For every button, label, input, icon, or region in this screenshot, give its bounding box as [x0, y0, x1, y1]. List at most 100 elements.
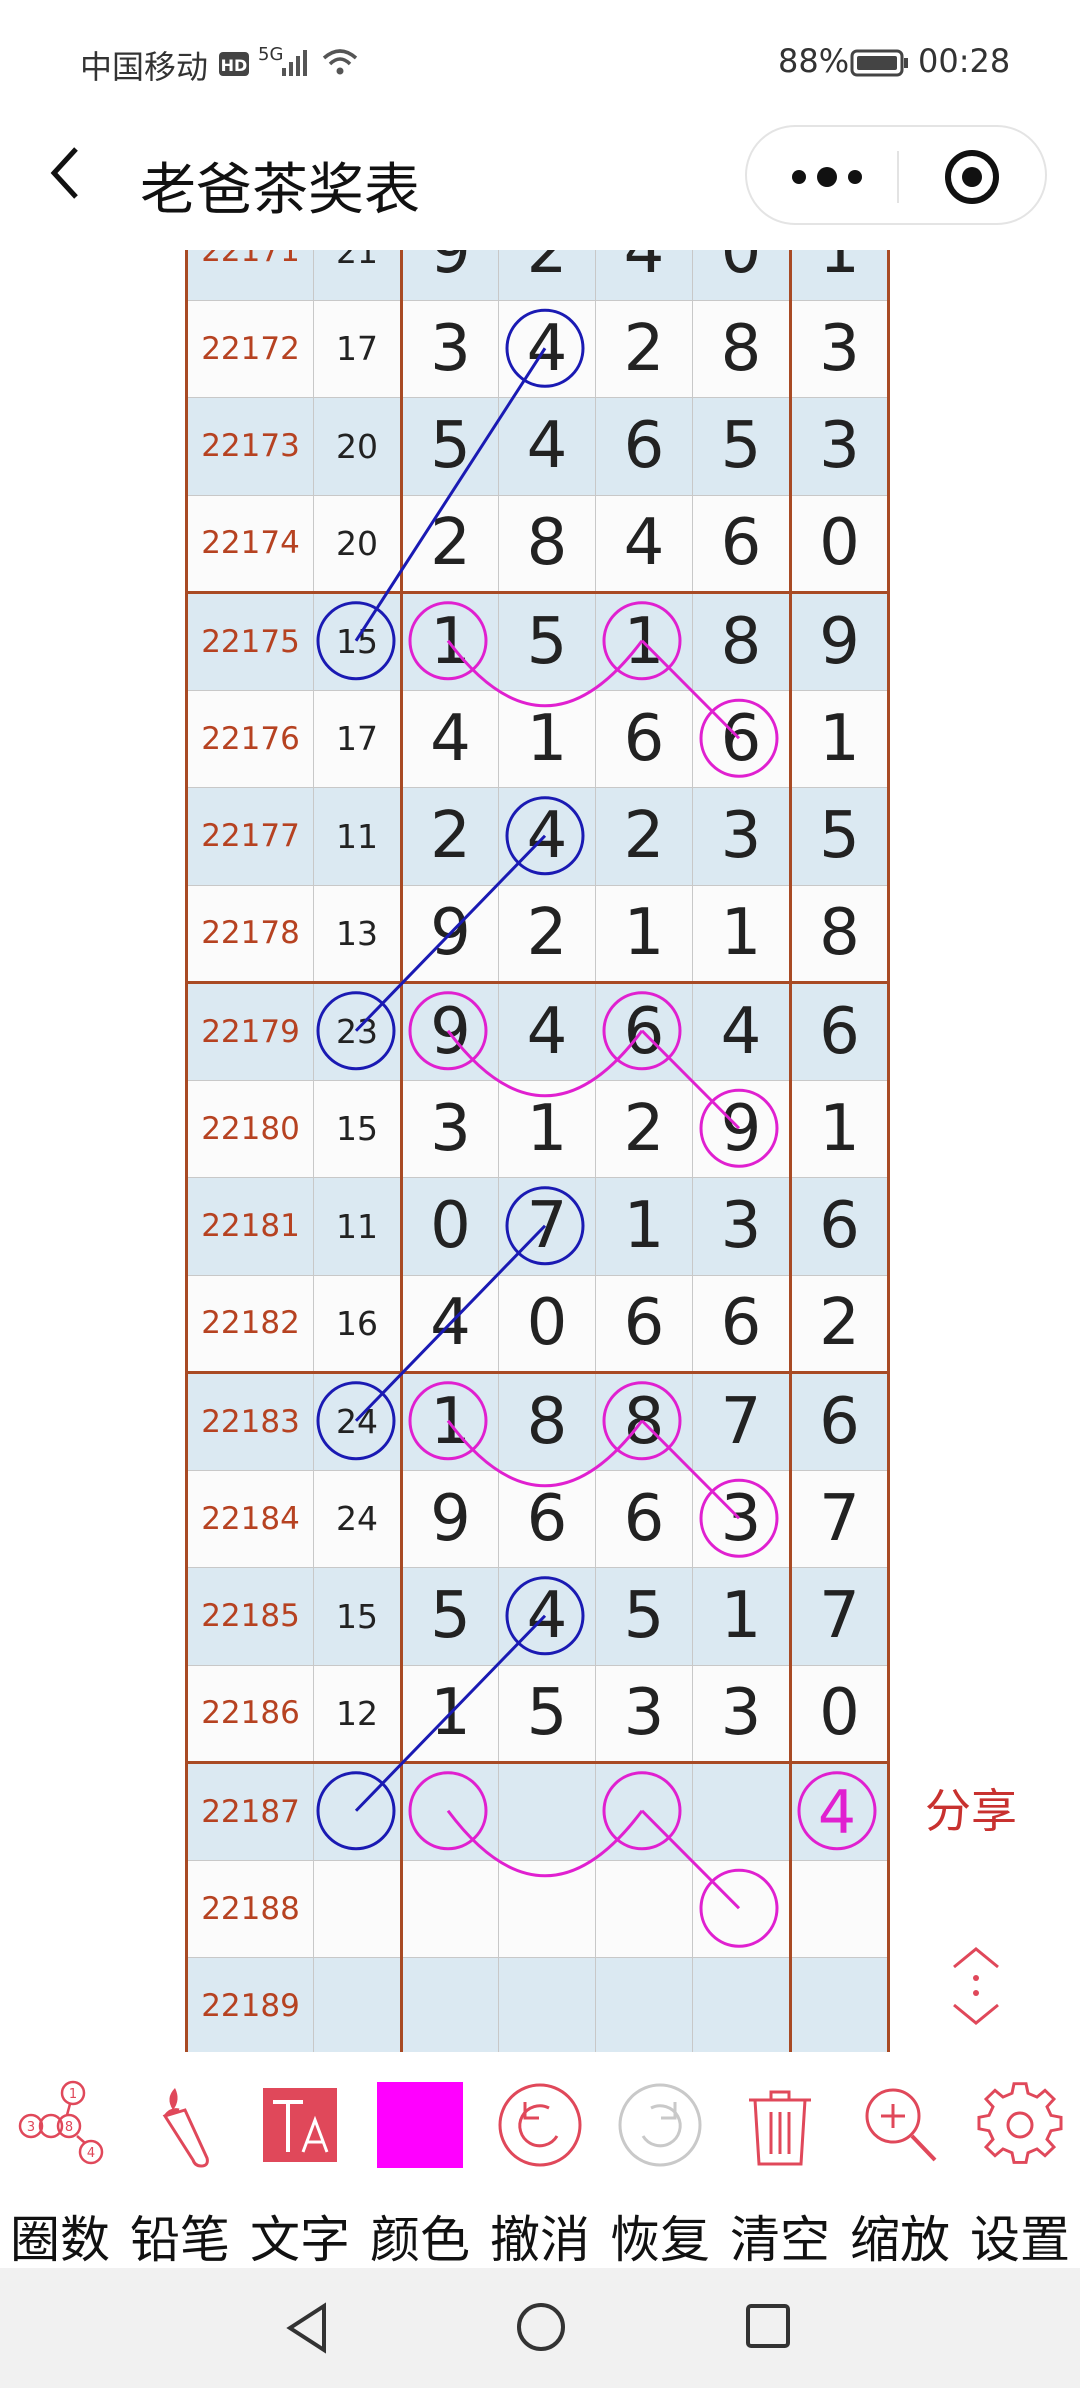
- table-row[interactable]: 22185 15 5 4 5 1 7: [185, 1567, 890, 1666]
- table-row[interactable]: 22178 13 9 2 1 1 8: [185, 884, 890, 984]
- tool-color[interactable]: 颜色: [360, 2055, 480, 2269]
- digit-cell[interactable]: 3: [790, 397, 890, 496]
- digit-cell[interactable]: [790, 1859, 890, 1958]
- digit-cell[interactable]: 4: [401, 1274, 499, 1374]
- tool-redo[interactable]: 恢复: [600, 2055, 720, 2269]
- digit-cell[interactable]: 6: [595, 397, 693, 496]
- digit-cell[interactable]: 1: [790, 689, 890, 788]
- digit-cell[interactable]: 2: [498, 250, 596, 301]
- sum-cell[interactable]: 15: [313, 592, 403, 691]
- period-cell[interactable]: 22188: [185, 1859, 314, 1958]
- table-row[interactable]: 22176 17 4 1 6 6 1: [185, 689, 890, 788]
- period-cell[interactable]: 22180: [185, 1079, 314, 1178]
- sum-cell[interactable]: 24: [313, 1469, 403, 1568]
- digit-cell[interactable]: 8: [790, 884, 890, 984]
- digit-cell[interactable]: 1: [790, 250, 890, 301]
- period-cell[interactable]: 22184: [185, 1469, 314, 1568]
- digit-cell[interactable]: 5: [401, 397, 499, 496]
- tool-clear[interactable]: 清空: [720, 2055, 840, 2269]
- digit-cell[interactable]: 1: [401, 592, 499, 691]
- digit-cell[interactable]: 4: [498, 299, 596, 398]
- period-cell[interactable]: 22173: [185, 397, 314, 496]
- digit-cell[interactable]: 7: [790, 1469, 890, 1568]
- digit-cell[interactable]: 7: [790, 1567, 890, 1666]
- period-cell[interactable]: 22185: [185, 1567, 314, 1666]
- period-cell[interactable]: 22174: [185, 494, 314, 594]
- digit-cell[interactable]: 1: [401, 1372, 499, 1471]
- digit-cell[interactable]: 1: [595, 1177, 693, 1276]
- digit-cell[interactable]: 7: [692, 1372, 792, 1471]
- digit-cell[interactable]: 9: [401, 982, 499, 1081]
- digit-cell[interactable]: 4: [401, 689, 499, 788]
- digit-cell[interactable]: 5: [790, 787, 890, 886]
- digit-cell[interactable]: 0: [790, 1664, 890, 1764]
- close-target-button[interactable]: [937, 147, 1007, 207]
- digit-cell[interactable]: 6: [595, 982, 693, 1081]
- digit-cell[interactable]: [692, 1859, 792, 1958]
- table-row[interactable]: 22189: [185, 1957, 890, 2052]
- digit-cell[interactable]: 6: [790, 982, 890, 1081]
- tool-text[interactable]: 文字: [240, 2055, 360, 2269]
- digit-cell[interactable]: 3: [790, 299, 890, 398]
- table-row[interactable]: 22184 24 9 6 6 3 7: [185, 1469, 890, 1568]
- sum-cell[interactable]: 16: [313, 1274, 403, 1374]
- digit-cell[interactable]: 3: [692, 1469, 792, 1568]
- digit-cell[interactable]: 3: [692, 1177, 792, 1276]
- digit-cell[interactable]: 0: [401, 1177, 499, 1276]
- digit-cell[interactable]: 2: [790, 1274, 890, 1374]
- period-cell[interactable]: 22189: [185, 1957, 314, 2052]
- period-cell[interactable]: 22179: [185, 982, 314, 1081]
- digit-cell[interactable]: 5: [692, 397, 792, 496]
- digit-cell[interactable]: 8: [498, 494, 596, 594]
- digit-cell[interactable]: 4: [498, 787, 596, 886]
- sum-cell[interactable]: 15: [313, 1567, 403, 1666]
- digit-cell[interactable]: 6: [790, 1372, 890, 1471]
- digit-cell[interactable]: 4: [692, 982, 792, 1081]
- digit-cell[interactable]: 8: [692, 592, 792, 691]
- table-row[interactable]: 22172 17 3 4 2 8 3: [185, 299, 890, 398]
- sum-cell[interactable]: 11: [313, 1177, 403, 1276]
- digit-cell[interactable]: [498, 1762, 596, 1861]
- digit-cell[interactable]: 8: [692, 299, 792, 398]
- digit-cell[interactable]: 1: [790, 1079, 890, 1178]
- digit-cell[interactable]: [595, 1859, 693, 1958]
- digit-cell[interactable]: 3: [595, 1664, 693, 1764]
- table-row[interactable]: 22177 11 2 4 2 3 5: [185, 787, 890, 886]
- digit-cell[interactable]: [401, 1957, 499, 2052]
- digit-cell[interactable]: [595, 1957, 693, 2052]
- nav-home-button[interactable]: [514, 2300, 568, 2354]
- digit-cell[interactable]: 2: [595, 787, 693, 886]
- digit-cell[interactable]: [498, 1859, 596, 1958]
- digit-cell[interactable]: 3: [692, 787, 792, 886]
- period-cell[interactable]: 22172: [185, 299, 314, 398]
- digit-cell[interactable]: 9: [692, 1079, 792, 1178]
- table-row[interactable]: 22175 15 1 5 1 8 9: [185, 592, 890, 691]
- digit-cell[interactable]: [498, 1957, 596, 2052]
- digit-cell[interactable]: 4: [498, 397, 596, 496]
- digit-cell[interactable]: [692, 1957, 792, 2052]
- digit-cell[interactable]: [401, 1859, 499, 1958]
- sum-cell[interactable]: 24: [313, 1372, 403, 1471]
- digit-cell[interactable]: 6: [595, 689, 693, 788]
- digit-cell[interactable]: [790, 1957, 890, 2052]
- digit-cell[interactable]: 9: [790, 592, 890, 691]
- back-button[interactable]: [40, 143, 100, 203]
- period-cell[interactable]: 22176: [185, 689, 314, 788]
- nav-back-button[interactable]: [282, 2300, 332, 2356]
- period-cell[interactable]: 22177: [185, 787, 314, 886]
- digit-cell[interactable]: 8: [498, 1372, 596, 1471]
- digit-cell[interactable]: 2: [595, 299, 693, 398]
- lottery-grid[interactable]: 22171 21 9 2 4 0 1 22172 17 3 4 2 8 3 22173 20 5 4 6 5 3 2217…: [185, 250, 890, 2052]
- sum-cell[interactable]: 17: [313, 299, 403, 398]
- digit-cell[interactable]: [595, 1762, 693, 1861]
- digit-cell[interactable]: 6: [498, 1469, 596, 1568]
- digit-cell[interactable]: 9: [401, 1469, 499, 1568]
- digit-cell[interactable]: 5: [401, 1567, 499, 1666]
- digit-cell[interactable]: 2: [595, 1079, 693, 1178]
- table-row[interactable]: 22182 16 4 0 6 6 2: [185, 1274, 890, 1374]
- sum-cell[interactable]: 13: [313, 884, 403, 984]
- nav-recent-button[interactable]: [744, 2302, 794, 2352]
- digit-cell[interactable]: 1: [692, 1567, 792, 1666]
- sum-cell[interactable]: 12: [313, 1664, 403, 1764]
- digit-cell[interactable]: 4: [595, 250, 693, 301]
